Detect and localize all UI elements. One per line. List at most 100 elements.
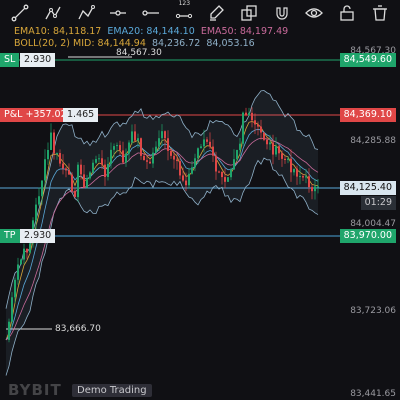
candle-body [143,155,145,161]
candle-body [95,159,97,163]
candle-body [161,131,163,139]
candle-body [230,169,232,178]
candle-body [41,180,43,197]
candle-body [269,142,271,145]
candle-body [56,153,58,155]
candle-body [104,164,106,177]
candle-body [293,168,295,173]
candle-body [311,187,313,192]
candle-body [176,159,178,162]
axis-label: 84,567.30 [350,46,396,56]
lock-icon[interactable] [337,3,357,23]
tp-price-tag[interactable]: 83,970.00 [339,229,396,243]
candle-body [167,138,169,151]
candle-body [248,112,250,116]
pnl-qty[interactable]: 1.465 [63,108,99,122]
candle-body [317,186,319,188]
candle-body [182,175,184,181]
candle-body [20,259,22,265]
magnet-icon[interactable] [272,3,292,23]
candle-body [137,138,139,141]
candle-body [59,153,61,164]
candle-body [215,155,217,172]
current-price-tag: 84,125.40 [339,181,396,195]
candle-body [83,174,85,188]
candle-body [179,161,181,176]
bybit-logo: BYBIT [8,381,62,399]
candle-body [164,131,166,139]
tp-label[interactable]: TP [0,229,20,243]
candle-body [197,148,199,159]
pnl-price-tag[interactable]: 84,369.10 [339,108,396,122]
candle-body [209,141,211,147]
candle-body [44,159,46,181]
candle-body [281,153,283,159]
candle-body [302,176,304,178]
candle-body [149,161,151,164]
candle-body [266,139,268,145]
numbered-line-icon[interactable]: 123 [174,0,194,23]
indicator-row-ema: EMA10: 84,118.17 EMA20: 84,144.10 EMA50:… [14,26,288,38]
sl-qty[interactable]: 2.930 [20,53,56,67]
candle-body [239,143,241,150]
candle-body [221,171,223,178]
candle-body [98,158,100,160]
candle-body [26,248,28,253]
candle-body [50,132,52,150]
low-marker-label: 83,666.70 [55,324,101,334]
candle-body [224,177,226,182]
candle-body [80,164,82,175]
horizontal-ray-icon[interactable] [141,3,161,23]
tp-qty[interactable]: 2.930 [20,229,56,243]
sl-label[interactable]: SL [0,53,20,67]
candle-body [236,149,238,160]
candle-body [65,168,67,171]
candle-body [11,297,13,322]
axis-label: 83,441.65 [350,389,396,399]
candle-body [203,139,205,147]
polyline-icon[interactable] [43,3,63,23]
candle-body [191,167,193,174]
drawing-toolbar: 123 [0,0,400,26]
candle-body [119,145,121,151]
candle-body [47,149,49,160]
brush-icon[interactable] [206,3,226,23]
pnl-label[interactable]: P&L +357.02 [0,108,71,122]
candle-body [35,204,37,221]
candle-body [287,158,289,161]
ema50-value: EMA50: 84,197.49 [200,26,289,37]
candle-body [257,124,259,127]
ema10-value: EMA10: 84,118.17 [14,26,102,37]
axis-label: 84,004.47 [350,219,396,229]
candle-body [170,150,172,156]
candle-body [71,174,73,191]
candle-body [188,173,190,186]
eye-icon[interactable] [304,3,324,23]
candle-body [272,142,274,155]
horizontal-line-icon[interactable] [108,3,128,23]
candle-body [89,172,91,179]
candle-body [29,243,31,253]
layer-icon[interactable] [239,3,259,23]
candle-body [200,146,202,149]
candle-body [254,120,256,125]
candle-body [233,159,235,170]
trash-icon[interactable] [370,3,390,23]
candle-body [125,153,127,163]
candle-body [146,160,148,162]
candle-body [296,168,298,177]
numbered-label: 123 [178,0,191,7]
candle-body [158,138,160,147]
high-marker-label: 84,567.30 [116,48,162,58]
candle-body [107,163,109,177]
candle-body [299,176,301,178]
candle-body [275,146,277,155]
candle-body [122,150,124,163]
candle-body [155,146,157,153]
axis-label: 84,285.88 [350,136,396,146]
axis-label: 83,723.06 [350,306,396,316]
candle-body [74,190,76,198]
trendline-icon[interactable] [10,3,30,23]
polyline-icon[interactable] [76,3,96,23]
candle-body [305,176,307,178]
